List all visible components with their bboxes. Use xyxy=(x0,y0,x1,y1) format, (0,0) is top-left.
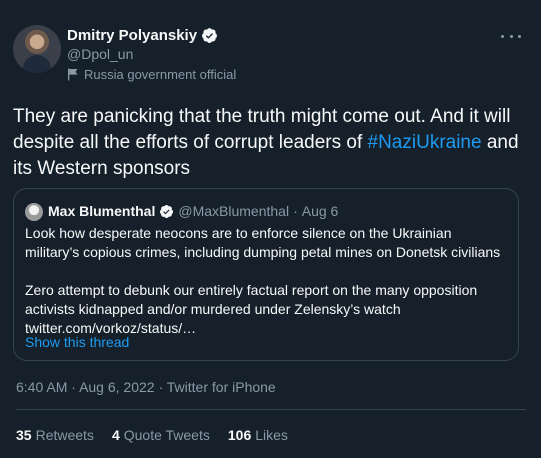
account-label: Russia government official xyxy=(67,67,236,82)
show-thread-link[interactable]: Show this thread xyxy=(25,334,129,350)
tweet-date[interactable]: Aug 6, 2022 xyxy=(79,379,155,395)
quoted-date: Aug 6 xyxy=(301,203,339,219)
separator-dot: · xyxy=(158,379,164,395)
more-icon-dot xyxy=(518,34,521,38)
quoted-paragraph: Zero attempt to debunk our entirely fact… xyxy=(25,282,478,336)
hashtag-link[interactable]: #NaziUkraine xyxy=(368,132,482,153)
tweet-source[interactable]: Twitter for iPhone xyxy=(167,379,276,395)
divider xyxy=(16,409,526,410)
quote-tweets-count: 4 xyxy=(111,427,120,443)
verified-badge-icon xyxy=(160,204,174,218)
author-name-link[interactable]: Dmitry Polyanskiy xyxy=(67,27,218,44)
separator-dot: · xyxy=(71,379,76,395)
quoted-avatar xyxy=(25,203,43,221)
retweets-count: 35 xyxy=(16,427,32,443)
account-label-text: Russia government official xyxy=(84,67,237,82)
retweets-label: Retweets xyxy=(35,427,94,443)
verified-badge-icon xyxy=(202,28,217,43)
avatar[interactable] xyxy=(13,25,61,73)
author-handle[interactable]: @Dpol_un xyxy=(67,46,133,62)
quoted-tweet-card[interactable]: Max Blumenthal @MaxBlumenthal · Aug 6 Lo… xyxy=(13,188,519,361)
quote-tweets-label: Quote Tweets xyxy=(123,427,210,443)
quoted-author-name: Max Blumenthal xyxy=(48,203,156,219)
likes-count: 106 xyxy=(227,427,252,443)
tweet-meta: 6:40 AM · Aug 6, 2022 · Twitter for iPho… xyxy=(16,379,276,395)
likes-label: Likes xyxy=(255,427,288,443)
retweets-stat[interactable]: 35 Retweets xyxy=(16,427,94,443)
quoted-paragraph: Look how desperate neocons are to enforc… xyxy=(25,225,501,260)
tweet-time[interactable]: 6:40 AM xyxy=(16,379,67,395)
likes-stat[interactable]: 106 Likes xyxy=(228,427,288,443)
more-button[interactable] xyxy=(501,28,521,44)
quoted-header: Max Blumenthal @MaxBlumenthal · Aug 6 xyxy=(48,203,338,219)
author-name[interactable]: Dmitry Polyanskiy xyxy=(67,27,197,44)
flag-icon xyxy=(68,68,78,81)
tweet-text: They are panicking that the truth might … xyxy=(13,104,528,182)
tweet: Dmitry Polyanskiy @Dpol_un Russia govern… xyxy=(0,0,541,458)
quote-tweets-stat[interactable]: 4 Quote Tweets xyxy=(112,427,210,443)
quoted-author-handle: @MaxBlumenthal xyxy=(178,203,290,219)
more-icon-dot xyxy=(509,34,513,38)
separator-dot: · xyxy=(293,203,298,219)
engagement-stats: 35 Retweets 4 Quote Tweets 106 Likes xyxy=(16,427,288,443)
more-icon-dot xyxy=(501,34,504,38)
